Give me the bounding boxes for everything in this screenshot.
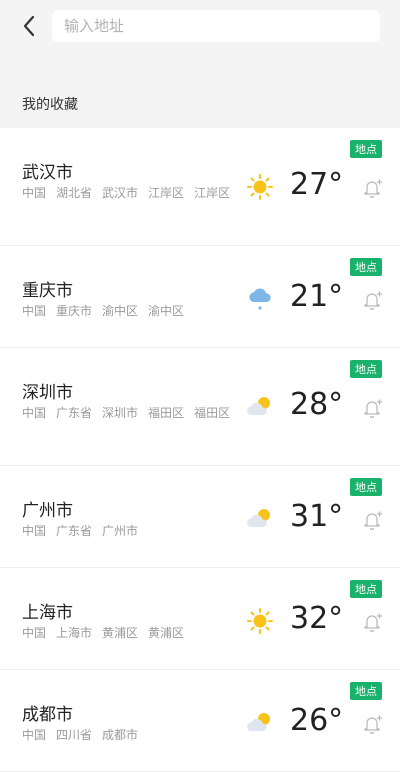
region-part: 广东省: [56, 524, 93, 538]
region-part: 湖北省: [56, 186, 93, 200]
region-part: 渝中区: [148, 304, 185, 318]
temperature: 27°: [290, 167, 344, 202]
region-part: 深圳市: [102, 406, 139, 420]
region-part: 黄浦区: [102, 626, 139, 640]
region-part: 福田区: [148, 406, 185, 420]
region-path: 中国 湖北省 武汉市 江岸区 江岸区: [22, 183, 242, 203]
region-path: 中国 重庆市 渝中区 渝中区: [22, 301, 242, 321]
temperature: 21°: [290, 279, 344, 314]
temperature: 31°: [290, 499, 344, 534]
temperature: 32°: [290, 601, 344, 636]
temperature: 26°: [290, 703, 344, 738]
rain-cloud-icon: [246, 285, 274, 313]
region-path: 中国 四川省 成都市: [22, 725, 242, 745]
region-part: 中国: [22, 406, 47, 420]
bell-add-icon[interactable]: [360, 610, 384, 634]
region-part: 上海市: [56, 626, 93, 640]
bell-add-icon[interactable]: [360, 508, 384, 532]
city-card[interactable]: 地点 上海市 中国 上海市 黄浦区 黄浦区 32°: [0, 568, 400, 670]
region-part: 中国: [22, 186, 47, 200]
partly-cloudy-icon: [246, 709, 274, 737]
back-button[interactable]: [16, 12, 42, 40]
region-part: 广州市: [102, 524, 139, 538]
location-tag: 地点: [350, 140, 382, 158]
section-title: 我的收藏: [0, 82, 400, 128]
region-part: 重庆市: [56, 304, 93, 318]
sun-icon: [246, 607, 274, 635]
sun-icon: [246, 173, 274, 201]
city-card[interactable]: 地点 重庆市 中国 重庆市 渝中区 渝中区 21°: [0, 246, 400, 348]
region-part: 四川省: [56, 728, 93, 742]
bell-add-icon[interactable]: [360, 396, 384, 420]
top-bar: [0, 0, 400, 82]
region-part: 福田区: [194, 406, 231, 420]
region-part: 中国: [22, 304, 47, 318]
region-path: 中国 广东省 广州市: [22, 521, 242, 541]
favorites-list: 地点 武汉市 中国 湖北省 武汉市 江岸区 江岸区 27° 地点 重庆市 中国 重庆市 渝中…: [0, 128, 400, 772]
region-part: 中国: [22, 626, 47, 640]
city-name: 武汉市: [22, 163, 73, 183]
region-part: 江岸区: [194, 186, 231, 200]
city-card[interactable]: 地点 成都市 中国 四川省 成都市 26°: [0, 670, 400, 772]
city-name: 上海市: [22, 603, 73, 623]
bell-add-icon[interactable]: [360, 176, 384, 200]
region-part: 中国: [22, 524, 47, 538]
region-path: 中国 上海市 黄浦区 黄浦区: [22, 623, 242, 643]
partly-cloudy-icon: [246, 505, 274, 533]
region-part: 成都市: [102, 728, 139, 742]
region-path: 中国 广东省 深圳市 福田区 福田区: [22, 403, 242, 423]
city-name: 成都市: [22, 705, 73, 725]
city-card[interactable]: 地点 广州市 中国 广东省 广州市 31°: [0, 466, 400, 568]
region-part: 江岸区: [148, 186, 185, 200]
region-part: 武汉市: [102, 186, 139, 200]
bell-add-icon[interactable]: [360, 288, 384, 312]
city-name: 深圳市: [22, 383, 73, 403]
location-tag: 地点: [350, 360, 382, 378]
city-card[interactable]: 地点 武汉市 中国 湖北省 武汉市 江岸区 江岸区 27°: [0, 128, 400, 246]
region-part: 渝中区: [102, 304, 139, 318]
search-input[interactable]: [52, 10, 380, 42]
partly-cloudy-icon: [246, 393, 274, 421]
city-name: 广州市: [22, 501, 73, 521]
bell-add-icon[interactable]: [360, 712, 384, 736]
city-card[interactable]: 地点 深圳市 中国 广东省 深圳市 福田区 福田区 28°: [0, 348, 400, 466]
region-part: 中国: [22, 728, 47, 742]
city-name: 重庆市: [22, 281, 73, 301]
temperature: 28°: [290, 387, 344, 422]
location-tag: 地点: [350, 258, 382, 276]
region-part: 黄浦区: [148, 626, 185, 640]
location-tag: 地点: [350, 478, 382, 496]
location-tag: 地点: [350, 580, 382, 598]
location-tag: 地点: [350, 682, 382, 700]
chevron-left-icon: [23, 15, 35, 37]
region-part: 广东省: [56, 406, 93, 420]
